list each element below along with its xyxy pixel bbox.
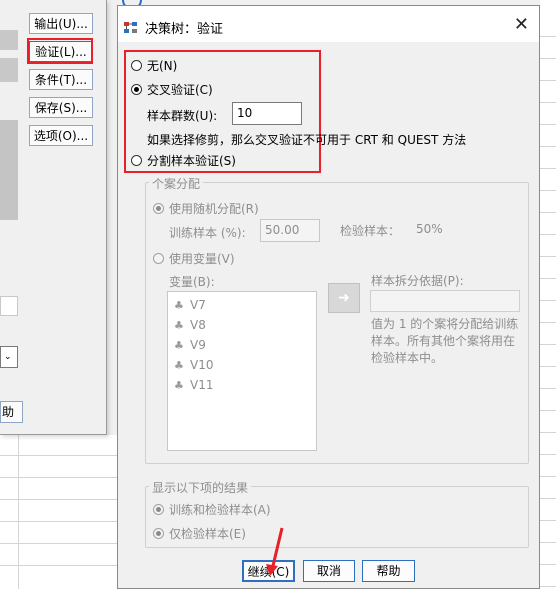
list-item[interactable]: ♣ V8 — [174, 316, 206, 334]
test-only-label: 仅检验样本(E) — [169, 527, 246, 541]
highlight-validation-button — [27, 38, 93, 64]
background-list — [0, 120, 18, 220]
show-results-title: 显示以下项的结果 — [149, 479, 252, 496]
background-help-button[interactable]: 助 — [0, 401, 23, 423]
decision-tree-icon — [124, 22, 137, 33]
variable-icon: ♣ — [174, 299, 184, 312]
arrow-right-icon: ➜ — [338, 290, 350, 306]
variable-icon: ♣ — [174, 319, 184, 332]
variables-list[interactable]: ♣ V7 ♣ V8 ♣ V9 ♣ V10 ♣ V11 — [167, 291, 317, 451]
use-variable-label: 使用变量(V) — [169, 252, 235, 266]
save-button[interactable]: 保存(S)... — [29, 97, 93, 118]
train-test-radio[interactable] — [153, 504, 164, 515]
validation-dialog: 决策树：验证 ✕ 无(N) 交叉验证(C) 样本群数(U): 10 如果选择修剪… — [117, 5, 540, 589]
random-allocation-label: 使用随机分配(R) — [169, 202, 259, 216]
training-sample-input[interactable]: 50.00 — [260, 219, 320, 242]
cancel-button[interactable]: 取消 — [303, 560, 355, 582]
none-label: 无(N) — [147, 59, 178, 73]
spreadsheet-grid-left — [0, 435, 117, 589]
list-item[interactable]: ♣ V7 — [174, 296, 206, 314]
spreadsheet-background — [540, 0, 556, 589]
background-dialog: ⌄ 输出(U)... 验证(L)... 条件(T)... 保存(S)... 选项… — [0, 0, 107, 435]
background-dropdown[interactable]: ⌄ — [0, 346, 18, 368]
cross-validation-radio[interactable] — [131, 84, 142, 95]
random-allocation-radio[interactable] — [153, 203, 164, 214]
close-icon[interactable]: ✕ — [514, 14, 529, 35]
variable-icon: ♣ — [174, 379, 184, 392]
background-input — [0, 296, 18, 316]
dialog-title: 决策树：验证 — [145, 22, 224, 37]
sample-folds-input[interactable]: 10 — [232, 102, 302, 125]
options-button[interactable]: 选项(O)... — [29, 125, 93, 146]
sample-folds-label: 样本群数(U): — [147, 109, 218, 123]
use-variable-radio[interactable] — [153, 253, 164, 264]
criteria-button[interactable]: 条件(T)... — [29, 69, 93, 90]
output-button[interactable]: 输出(U)... — [29, 13, 93, 34]
split-note: 值为 1 的个案将分配给训练样本。所有其他个案将用在检验样本中。 — [371, 317, 519, 365]
pruning-note: 如果选择修剪，那么交叉验证不可用于 CRT 和 QUEST 方法 — [147, 133, 467, 147]
title-bar: 决策树：验证 ✕ — [118, 6, 539, 42]
variables-label: 变量(B): — [169, 275, 215, 289]
list-item[interactable]: ♣ V11 — [174, 376, 213, 394]
split-sample-radio[interactable] — [131, 155, 142, 166]
background-field — [0, 30, 18, 50]
case-allocation-title: 个案分配 — [149, 175, 204, 192]
move-variable-button[interactable]: ➜ — [328, 283, 360, 313]
train-test-label: 训练和检验样本(A) — [169, 503, 271, 517]
split-basis-input[interactable] — [370, 290, 520, 312]
list-item[interactable]: ♣ V9 — [174, 336, 206, 354]
help-button[interactable]: 帮助 — [362, 560, 415, 582]
cross-validation-label: 交叉验证(C) — [147, 83, 213, 97]
annotation-arrow-icon — [266, 527, 284, 576]
split-basis-label: 样本拆分依据(P): — [371, 274, 464, 288]
training-sample-label: 训练样本 (%): — [169, 226, 246, 240]
list-item[interactable]: ♣ V10 — [174, 356, 213, 374]
variable-icon: ♣ — [174, 339, 184, 352]
split-sample-label: 分割样本验证(S) — [147, 154, 236, 168]
test-sample-label: 检验样本： — [340, 224, 401, 238]
test-sample-value: 50% — [416, 222, 443, 236]
variable-icon: ♣ — [174, 359, 184, 372]
none-radio[interactable] — [131, 60, 142, 71]
background-field — [0, 58, 18, 82]
test-only-radio[interactable] — [153, 528, 164, 539]
